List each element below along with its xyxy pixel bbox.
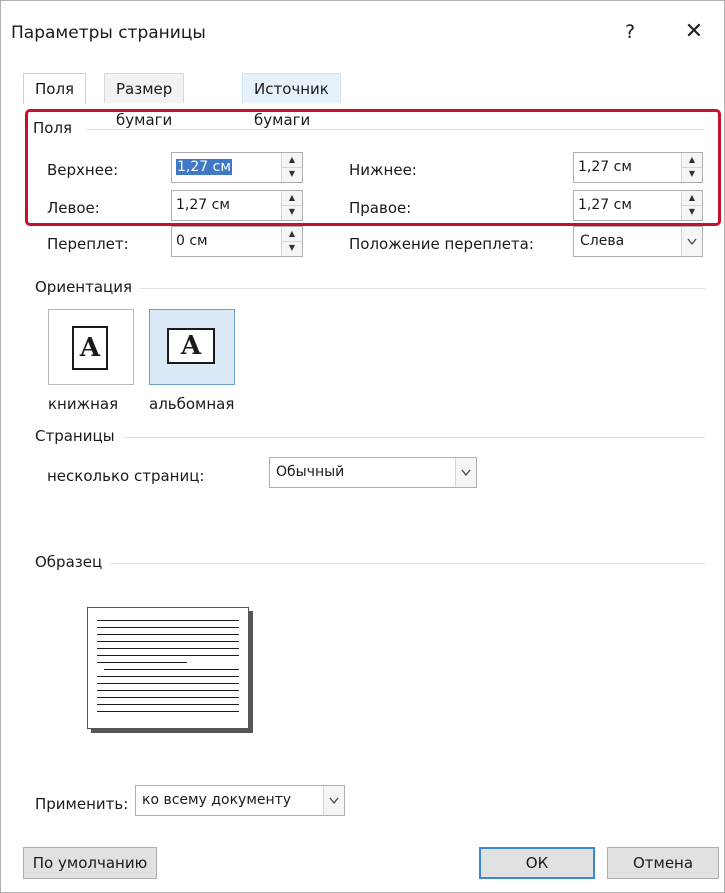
bottom-margin-label: Нижнее: [349,161,417,179]
pages-section-label: Страницы [35,427,123,445]
orientation-divider [135,288,705,289]
spin-up-icon[interactable]: ▲ [282,191,302,206]
portrait-label[interactable]: книжная [48,395,118,413]
chevron-down-icon[interactable] [455,458,476,487]
spin-down-icon[interactable]: ▼ [282,241,302,255]
page-preview [87,607,249,729]
margins-divider [87,129,705,130]
multiple-pages-select[interactable]: Обычный [269,457,477,488]
apply-to-select[interactable]: ко всему документу [135,785,345,816]
landscape-label[interactable]: альбомная [149,395,234,413]
gutter-spinner[interactable]: 0 см ▲ ▼ [171,226,303,257]
preview-section-label: Образец [35,553,111,571]
cancel-button[interactable]: Отмена [607,847,719,879]
tab-paper-source[interactable]: Источник бумаги [242,73,341,129]
bottom-margin-spinner[interactable]: 1,27 см ▲ ▼ [573,152,703,183]
help-button[interactable]: ? [613,15,647,49]
gutter-value[interactable]: 0 см [176,233,208,249]
spin-up-icon[interactable]: ▲ [682,153,702,168]
apply-to-label: Применить: [35,795,129,813]
ok-button[interactable]: ОК [479,847,595,879]
close-icon[interactable]: ✕ [677,15,711,49]
landscape-icon: A [167,328,215,364]
top-margin-value[interactable]: 1,27 см [176,159,232,175]
top-margin-spinner[interactable]: 1,27 см ▲ ▼ [171,152,303,183]
left-margin-spinner[interactable]: 1,27 см ▲ ▼ [171,190,303,221]
spin-up-icon[interactable]: ▲ [282,153,302,168]
dialog-title: Параметры страницы [11,23,206,43]
apply-to-value: ко всему документу [142,792,292,808]
portrait-option[interactable]: A [48,309,134,385]
chevron-down-icon[interactable] [323,786,344,815]
spin-down-icon[interactable]: ▼ [682,167,702,181]
set-default-button[interactable]: По умолчанию [23,847,157,879]
right-margin-label: Правое: [349,199,412,217]
portrait-icon: A [72,326,108,370]
multiple-pages-label: несколько страниц: [47,467,205,485]
left-margin-label: Левое: [47,199,100,217]
spin-down-icon[interactable]: ▼ [682,205,702,219]
spin-up-icon[interactable]: ▲ [682,191,702,206]
landscape-option[interactable]: A [149,309,235,385]
left-margin-value[interactable]: 1,27 см [176,197,230,213]
pages-divider [119,437,705,438]
page-setup-dialog: Параметры страницы ? ✕ Поля Размер бумаг… [0,0,725,893]
right-margin-value[interactable]: 1,27 см [578,197,632,213]
chevron-down-icon[interactable] [681,227,702,256]
right-margin-spinner[interactable]: 1,27 см ▲ ▼ [573,190,703,221]
title-bar: Параметры страницы ? ✕ [1,1,724,57]
gutter-position-value: Слева [580,233,625,249]
gutter-position-select[interactable]: Слева [573,226,703,257]
preview-divider [109,563,705,564]
tab-paper-size[interactable]: Размер бумаги [104,73,185,129]
spin-up-icon[interactable]: ▲ [282,227,302,242]
spin-down-icon[interactable]: ▼ [282,167,302,181]
top-margin-label: Верхнее: [47,161,119,179]
multiple-pages-value: Обычный [276,464,345,480]
gutter-position-label: Положение переплета: [349,235,534,253]
tab-margins[interactable]: Поля [23,73,87,104]
gutter-label: Переплет: [47,235,129,253]
spin-down-icon[interactable]: ▼ [282,205,302,219]
margins-section-label: Поля [33,119,81,137]
orientation-section-label: Ориентация [35,278,141,296]
bottom-margin-value[interactable]: 1,27 см [578,159,632,175]
